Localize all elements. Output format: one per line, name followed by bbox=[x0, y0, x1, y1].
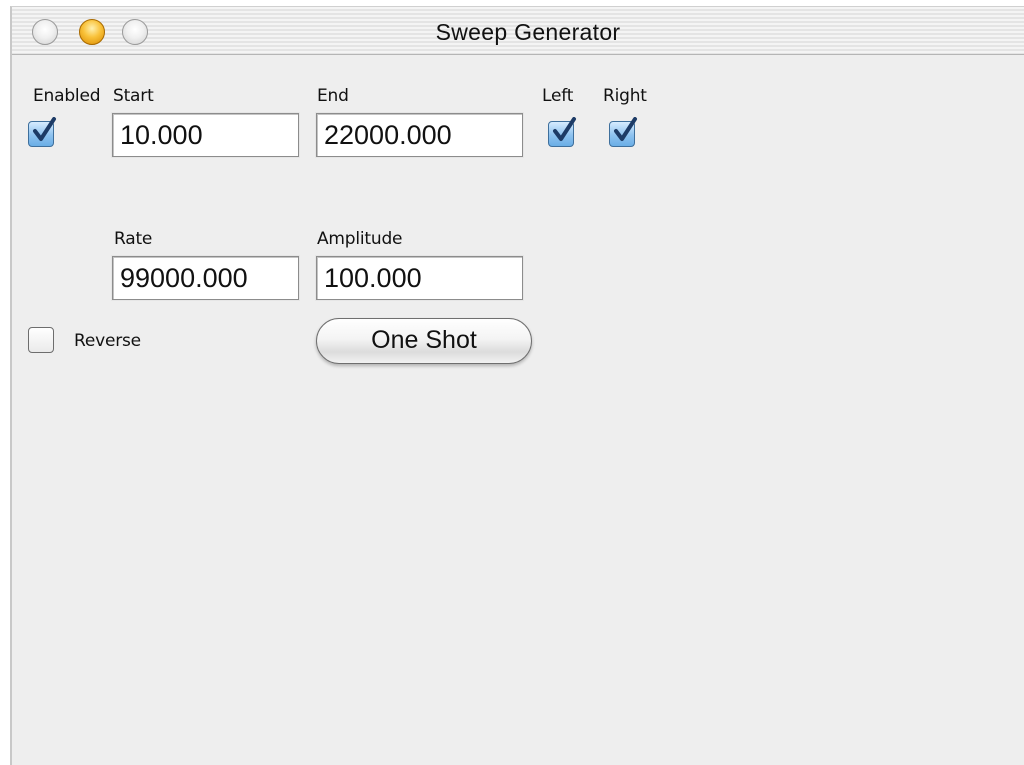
one-shot-button[interactable]: One Shot bbox=[316, 318, 532, 364]
reverse-checkbox[interactable] bbox=[28, 327, 54, 353]
start-label: Start bbox=[113, 86, 154, 106]
end-label: End bbox=[317, 86, 349, 106]
window-title: Sweep Generator bbox=[435, 19, 621, 45]
rate-label: Rate bbox=[114, 229, 153, 249]
reverse-label: Reverse bbox=[74, 331, 141, 351]
enabled-label: Enabled bbox=[33, 86, 101, 106]
checkmark-icon bbox=[614, 117, 637, 141]
left-label: Left bbox=[542, 86, 574, 106]
rate-field[interactable]: 99000.000 bbox=[112, 256, 299, 300]
amplitude-field[interactable]: 100.000 bbox=[316, 256, 523, 300]
left-checkbox[interactable] bbox=[548, 117, 576, 147]
title-bar[interactable]: Sweep Generator bbox=[12, 7, 1024, 55]
enabled-checkbox[interactable] bbox=[28, 117, 56, 147]
amplitude-label: Amplitude bbox=[317, 229, 403, 249]
right-label: Right bbox=[603, 86, 647, 106]
checkmark-icon bbox=[33, 117, 56, 141]
start-field[interactable]: 10.000 bbox=[112, 113, 299, 157]
checkmark-icon bbox=[553, 117, 576, 141]
end-field[interactable]: 22000.000 bbox=[316, 113, 523, 157]
right-checkbox[interactable] bbox=[609, 117, 637, 147]
